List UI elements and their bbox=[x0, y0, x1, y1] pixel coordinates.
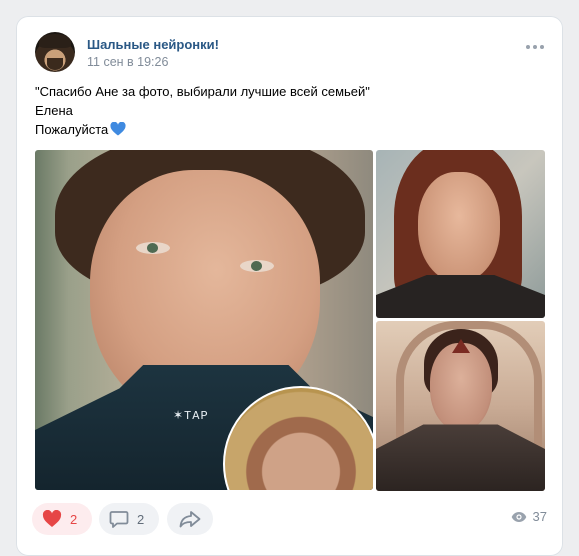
post-timestamp[interactable]: 11 сен в 19:26 bbox=[87, 55, 168, 69]
photo-br-face bbox=[430, 343, 492, 431]
suit-logo-text: ✶ΤΑΡ bbox=[173, 409, 209, 423]
photo-bottom-right[interactable] bbox=[376, 321, 545, 491]
post-text-reply: Пожалуйста bbox=[35, 121, 126, 138]
eye-right bbox=[240, 260, 274, 272]
comment-button[interactable]: 2 bbox=[99, 503, 159, 535]
post-card: Шальные нейронки! 11 сен в 19:26 "Спасиб… bbox=[16, 16, 563, 556]
blue-heart-icon bbox=[110, 122, 126, 136]
avatar-beard bbox=[47, 58, 63, 70]
group-name-link[interactable]: Шальные нейронки! bbox=[87, 37, 219, 52]
eye-left bbox=[136, 242, 170, 254]
share-icon bbox=[179, 511, 201, 528]
photo-tr-face bbox=[418, 172, 500, 282]
group-avatar[interactable] bbox=[35, 32, 75, 72]
photo-top-right[interactable] bbox=[376, 150, 545, 318]
avatar-hat bbox=[39, 34, 71, 48]
like-button[interactable]: 2 bbox=[32, 503, 92, 535]
more-options-icon[interactable] bbox=[526, 44, 544, 50]
photo-main[interactable]: ✶ΤΑΡ bbox=[35, 150, 373, 490]
comment-count: 2 bbox=[137, 511, 145, 527]
comment-icon bbox=[109, 511, 129, 528]
share-button[interactable] bbox=[167, 503, 213, 535]
post-text-author: Елена bbox=[35, 103, 73, 118]
views-counter: 37 bbox=[511, 509, 547, 524]
like-count: 2 bbox=[70, 511, 78, 527]
views-count: 37 bbox=[532, 509, 547, 524]
heart-icon bbox=[42, 510, 62, 527]
eye-icon bbox=[511, 511, 526, 522]
post-text-quote: "Спасибо Ане за фото, выбирали лучшие вс… bbox=[35, 84, 370, 99]
post-text-reply-label: Пожалуйста bbox=[35, 122, 109, 137]
